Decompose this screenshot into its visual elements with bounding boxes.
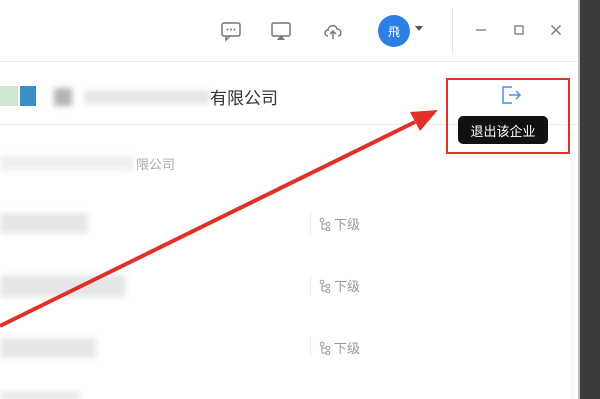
company-name: 有限公司 <box>210 89 278 109</box>
scrollbar[interactable] <box>570 130 575 399</box>
row-divider <box>310 336 311 358</box>
cloud-upload-icon[interactable] <box>322 20 344 42</box>
redacted-text <box>0 338 96 358</box>
row-divider <box>310 274 311 296</box>
app-window: 飛 有限公司 退出该企业 限公司 下级 下级 下级 <box>0 0 578 399</box>
redacted-text <box>0 275 126 297</box>
minimize-icon[interactable] <box>472 21 490 39</box>
redacted-text <box>0 156 134 170</box>
hierarchy-icon <box>319 217 331 231</box>
subordinate-label: 下级 <box>334 342 361 357</box>
chevron-down-icon[interactable] <box>415 26 423 31</box>
subordinate-link[interactable]: 下级 <box>318 338 360 357</box>
redacted-text <box>0 213 88 233</box>
row-divider <box>310 212 311 234</box>
redacted-text <box>0 392 80 399</box>
company-logo-mark <box>20 86 36 106</box>
subordinate-label: 下级 <box>334 218 361 233</box>
hierarchy-icon <box>319 341 331 355</box>
redacted-text <box>54 88 72 106</box>
annotation-highlight-box <box>446 78 570 154</box>
subordinate-label: 下级 <box>334 280 361 295</box>
titlebar: 飛 <box>0 0 578 62</box>
screen-share-icon[interactable] <box>270 20 292 42</box>
avatar[interactable]: 飛 <box>378 15 410 47</box>
background-window-edge <box>578 0 600 399</box>
close-icon[interactable] <box>547 21 565 39</box>
hierarchy-icon <box>319 279 331 293</box>
company-logo <box>0 86 18 106</box>
chat-icon[interactable] <box>220 20 242 42</box>
sub-company-name: 限公司 <box>136 158 176 173</box>
subordinate-link[interactable]: 下级 <box>318 276 360 295</box>
subordinate-link[interactable]: 下级 <box>318 214 360 233</box>
redacted-text <box>84 90 210 104</box>
titlebar-divider <box>452 8 453 54</box>
maximize-icon[interactable] <box>510 21 528 39</box>
